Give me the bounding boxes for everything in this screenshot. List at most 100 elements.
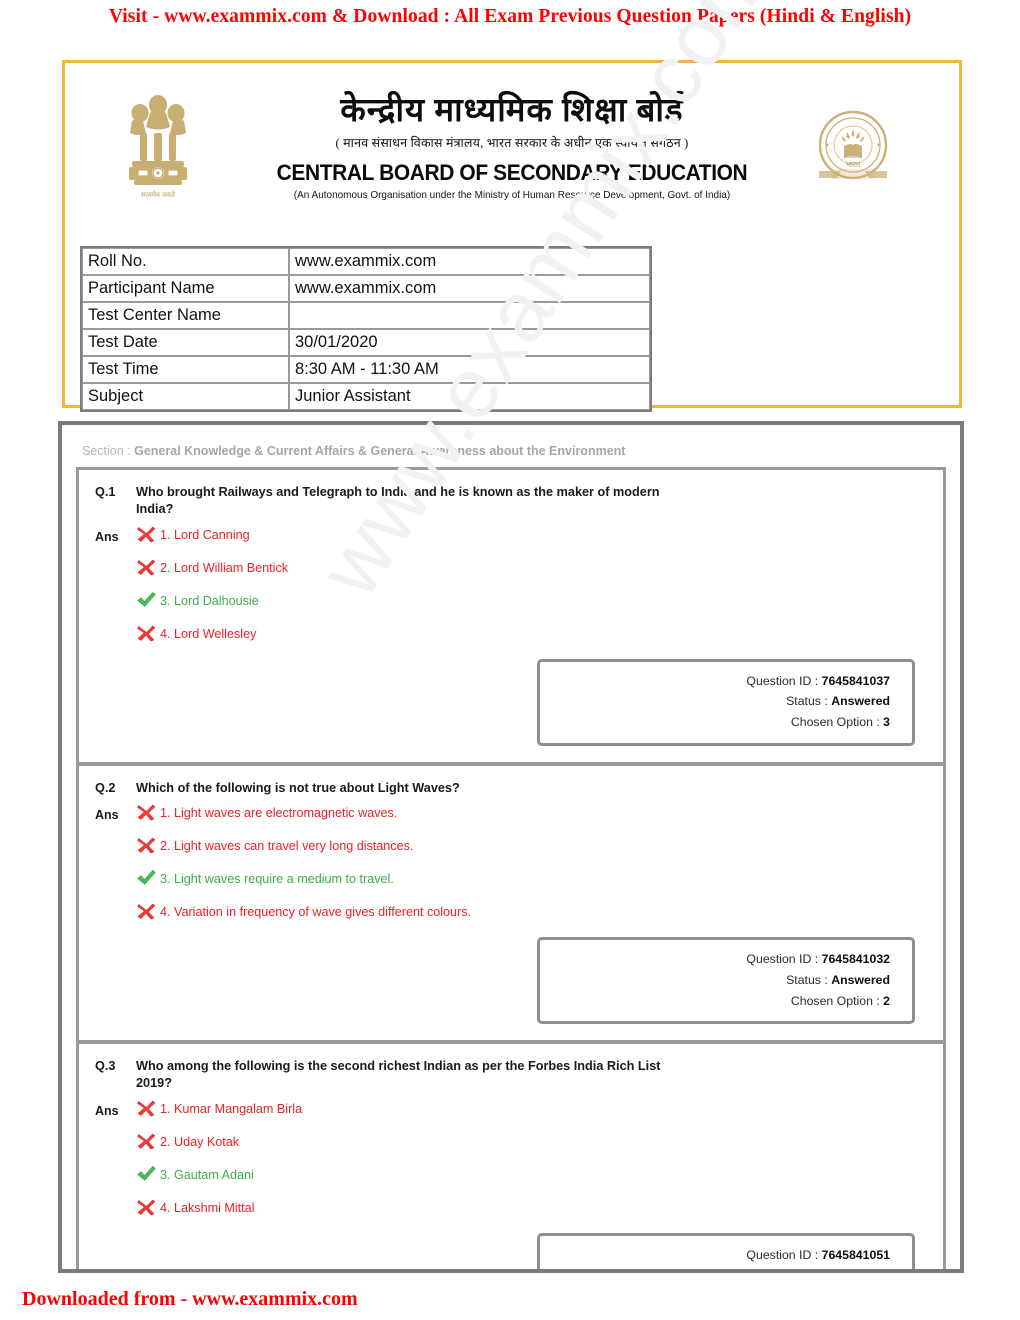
answer-label: Ans	[95, 1103, 119, 1118]
cross-icon	[137, 526, 156, 542]
option-list: 1. Lord Canning 2. Lord William Bentick 3.…	[136, 526, 927, 643]
question-id-value: 7645841051	[821, 1247, 890, 1262]
board-subtitle-english: (An Autonomous Organisation under the Mi…	[293, 188, 731, 201]
question-id-line: Question ID : 7645841037	[550, 671, 890, 692]
candidate-info-value: www.exammix.com	[289, 275, 650, 302]
question-id-value: 7645841032	[821, 952, 890, 967]
candidate-info-row: Subject Junior Assistant	[82, 383, 650, 410]
answer-row: Ans 1. Lord Canning 2. Lord William Bentic…	[95, 526, 927, 643]
option-label: 3. Gautam Adani	[160, 1167, 254, 1182]
option-label: 4. Variation in frequency of wave gives …	[160, 905, 472, 920]
status-value: Answered	[831, 972, 890, 987]
option-label: 1. Lord Canning	[160, 527, 250, 542]
candidate-info-row: Test Center Name	[82, 302, 650, 329]
question-id-label: Question ID :	[746, 1247, 822, 1262]
option-label: 1. Kumar Mangalam Birla	[160, 1101, 303, 1116]
option-item[interactable]: 1. Kumar Mangalam Birla	[136, 1099, 927, 1118]
option-label: 4. Lakshmi Mittal	[160, 1200, 255, 1215]
question-header: Q.2 Which of the following is not true ab…	[95, 780, 927, 797]
question-text: Who brought Railways and Telegraph to In…	[136, 485, 660, 516]
answer-sheet-panel: Section : General Knowledge & Current Af…	[58, 421, 964, 1273]
bottom-promo-banner: Downloaded from - www.exammix.com	[22, 1288, 358, 1310]
candidate-info-body: Roll No. www.exammix.com Participant Name w…	[82, 248, 650, 410]
candidate-info-label: Test Center Name	[82, 302, 289, 329]
check-icon	[136, 869, 160, 886]
candidate-info-row: Participant Name www.exammix.com	[82, 275, 650, 302]
cross-icon	[136, 1198, 160, 1216]
option-label: 1. Light waves are electromagnetic waves…	[160, 806, 398, 821]
option-item[interactable]: 2. Lord William Bentick	[136, 558, 927, 577]
cross-icon	[136, 558, 160, 575]
candidate-info-value: Junior Assistant	[289, 383, 650, 410]
board-title-english: CENTRAL BOARD OF SECONDARY EDUCATION	[276, 159, 748, 185]
check-icon	[136, 591, 160, 608]
candidate-info-table: Roll No. www.exammix.com Participant Name w…	[80, 246, 652, 412]
status-line: Status : Answered	[550, 1265, 890, 1269]
option-item[interactable]: 2. Light waves can travel very long dist…	[136, 836, 927, 855]
question-id-line: Question ID : 7645841032	[550, 949, 890, 970]
candidate-info-row: Test Time 8:30 AM - 11:30 AM	[82, 356, 650, 383]
answer-label: Ans	[95, 529, 119, 544]
candidate-info-value	[289, 302, 650, 329]
question-meta-box: Question ID : 7645841032 Status : Answere…	[537, 937, 915, 1025]
question-text: Who among the following is the second ri…	[136, 1059, 661, 1090]
answer-row: Ans 1. Kumar Mangalam Birla 2. Uday Kotak 3…	[95, 1099, 927, 1217]
option-item[interactable]: 1. Lord Canning	[136, 526, 927, 544]
check-icon	[137, 870, 156, 885]
option-item[interactable]: 2. Uday Kotak	[136, 1132, 927, 1151]
chosen-option-value: 2	[883, 993, 890, 1008]
cross-icon	[136, 836, 160, 854]
candidate-info-row: Roll No. www.exammix.com	[82, 248, 650, 275]
check-icon	[137, 1165, 156, 1181]
candidate-info-label: Test Time	[82, 356, 289, 383]
option-label: 3. Light waves require a medium to trave…	[160, 872, 394, 887]
cross-icon	[137, 1100, 156, 1117]
option-item[interactable]: 3. Gautam Adani	[136, 1165, 927, 1184]
option-label: 3. Lord Dalhousie	[160, 593, 259, 608]
status-label: Status :	[786, 1268, 831, 1269]
answer-row: Ans 1. Light waves are electromagnetic wa…	[95, 804, 927, 921]
option-label: 2. Lord William Bentick	[160, 560, 289, 575]
candidate-info-label: Test Date	[82, 329, 289, 356]
cross-icon	[137, 1199, 156, 1216]
check-icon	[137, 591, 156, 607]
option-item[interactable]: 1. Light waves are electromagnetic waves…	[136, 804, 927, 822]
candidate-info-value: 30/01/2020	[289, 329, 650, 356]
check-icon	[136, 1165, 160, 1182]
status-label: Status :	[786, 694, 832, 709]
status-value: Answered	[831, 694, 890, 709]
section-prefix: Section :	[82, 444, 135, 458]
cross-icon	[137, 837, 156, 854]
question-block: Q.2 Which of the following is not true ab…	[79, 766, 943, 1045]
top-promo-banner: Visit - www.exammix.com & Download : All…	[108, 6, 912, 27]
option-item[interactable]: 4. Lord Wellesley	[136, 625, 927, 643]
question-header: Q.1 Who brought Railways and Telegraph to…	[95, 484, 927, 518]
exam-header-card: सत्यमेव जयते भारत केन्द्रीय माध्यमिक शिक…	[62, 60, 962, 412]
option-item[interactable]: 3. Lord Dalhousie	[136, 591, 927, 610]
section-heading: Section : General Knowledge & Current Af…	[82, 444, 960, 458]
question-header: Q.3 Who among the following is the second…	[95, 1058, 927, 1092]
cross-icon	[136, 1099, 160, 1117]
chosen-option-label: Chosen Option :	[790, 714, 884, 729]
section-name: General Knowledge & Current Affairs & Ge…	[134, 444, 626, 458]
option-label: 2. Uday Kotak	[160, 1134, 240, 1149]
chosen-option-label: Chosen Option :	[790, 993, 884, 1008]
question-id-label: Question ID :	[746, 952, 822, 967]
option-item[interactable]: 3. Light waves require a medium to trave…	[136, 869, 927, 888]
cross-icon	[136, 1132, 160, 1150]
question-number: Q.3	[95, 1059, 116, 1074]
candidate-info-label: Roll No.	[82, 248, 289, 275]
question-id-value: 7645841037	[821, 673, 890, 688]
question-meta-box: Question ID : 7645841051 Status : Answere…	[537, 1232, 915, 1269]
option-label: 2. Light waves can travel very long dist…	[160, 839, 414, 854]
question-meta-box: Question ID : 7645841037 Status : Answere…	[537, 658, 915, 746]
option-item[interactable]: 4. Variation in frequency of wave gives …	[136, 903, 927, 921]
chosen-option-value: 3	[883, 714, 890, 729]
candidate-info-value: www.exammix.com	[289, 248, 650, 275]
question-number: Q.1	[95, 485, 116, 499]
question-id-label: Question ID :	[746, 673, 822, 688]
candidate-info-row: Test Date 30/01/2020	[82, 329, 650, 356]
status-label: Status :	[786, 972, 832, 987]
board-logo-row: सत्यमेव जयते भारत केन्द्रीय माध्यमिक शिक…	[65, 63, 959, 223]
option-item[interactable]: 4. Lakshmi Mittal	[136, 1198, 927, 1217]
